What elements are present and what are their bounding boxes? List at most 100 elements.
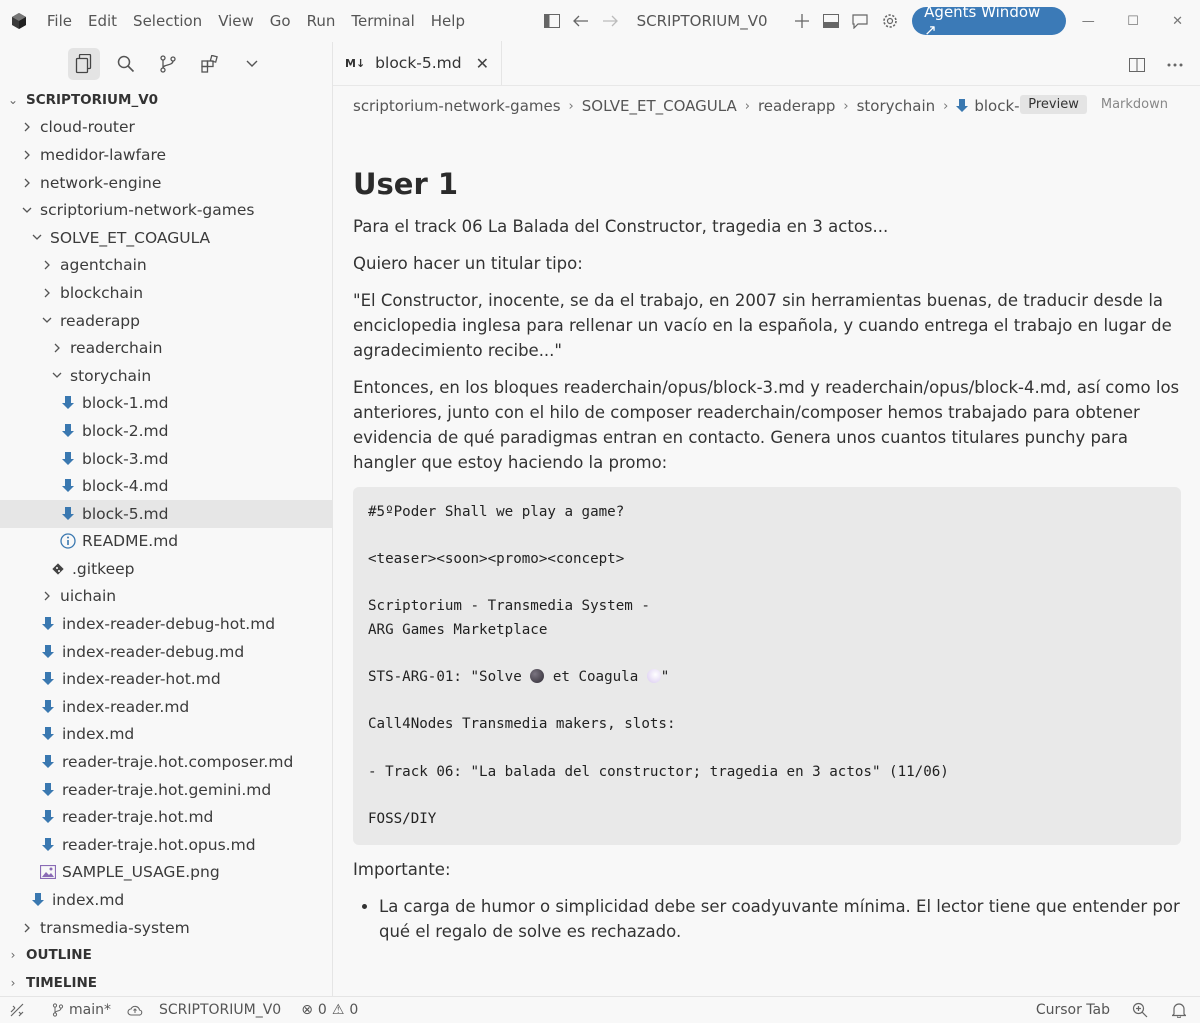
tree-file[interactable]: reader-traje.hot.gemini.md xyxy=(0,776,332,804)
outline-label: OUTLINE xyxy=(26,946,92,963)
menu-item-run[interactable]: Run xyxy=(299,0,344,42)
tree-file[interactable]: .gitkeep xyxy=(0,555,332,583)
menu-item-edit[interactable]: Edit xyxy=(80,0,125,42)
workspace-name[interactable]: SCRIPTORIUM_V0 xyxy=(151,1002,289,1018)
remote-icon[interactable] xyxy=(0,1003,32,1017)
menu-item-selection[interactable]: Selection xyxy=(125,0,210,42)
tree-file[interactable]: block-4.md xyxy=(0,472,332,500)
tree-file[interactable]: block-5.md xyxy=(0,499,332,528)
tree-folder[interactable]: cloud-router xyxy=(0,114,332,142)
menu-item-help[interactable]: Help xyxy=(423,0,473,42)
minimize-icon[interactable]: — xyxy=(1066,0,1111,42)
tree-folder[interactable]: readerchain xyxy=(0,334,332,362)
tree-file[interactable]: index-reader.md xyxy=(0,693,332,721)
notifications-bell-icon[interactable] xyxy=(1164,1002,1200,1018)
back-arrow-icon[interactable] xyxy=(566,6,595,36)
breadcrumb-item[interactable]: storychain xyxy=(857,97,936,115)
heading: User 1 xyxy=(353,167,459,201)
toggle-panel-icon[interactable] xyxy=(817,6,846,36)
code-line: STS-ARG-01: "Solve xyxy=(368,669,531,686)
search-icon[interactable] xyxy=(110,48,142,80)
sync-cloud-icon[interactable] xyxy=(119,1004,151,1016)
code-line: FOSS/DIY xyxy=(368,810,437,827)
menu-item-file[interactable]: File xyxy=(39,0,80,42)
tree-item-label: index.md xyxy=(52,891,125,910)
tree-folder[interactable]: medidor-lawfare xyxy=(0,141,332,169)
tree-folder[interactable]: storychain xyxy=(0,362,332,390)
breadcrumb-item[interactable]: SOLVE_ET_COAGULA xyxy=(582,97,737,115)
tree-file[interactable]: SAMPLE_USAGE.png xyxy=(0,859,332,887)
tree-file[interactable]: reader-traje.hot.md xyxy=(0,803,332,831)
chevron-right-icon: › xyxy=(10,947,16,962)
new-chat-plus-icon[interactable] xyxy=(788,6,817,36)
tree-file[interactable]: index-reader-debug.md xyxy=(0,638,332,666)
close-window-icon[interactable]: ✕ xyxy=(1155,0,1200,42)
tree-file[interactable]: index.md xyxy=(0,721,332,749)
breadcrumb-item[interactable]: readerapp xyxy=(758,97,835,115)
tree-folder[interactable]: scriptorium-network-games xyxy=(0,196,332,224)
tree-folder[interactable]: readerapp xyxy=(0,307,332,335)
markdown-mode-button[interactable]: Markdown xyxy=(1093,95,1176,114)
markdown-arrow-icon xyxy=(60,479,76,493)
breadcrumb-item[interactable]: block- xyxy=(974,97,1019,115)
menu-item-terminal[interactable]: Terminal xyxy=(343,0,422,42)
status-bar: main* SCRIPTORIUM_V0 ⊗ 0 ⚠ 0 Cursor Tab xyxy=(0,996,1200,1023)
root-folder-label: SCRIPTORIUM_V0 xyxy=(26,91,159,108)
code-line: " xyxy=(660,669,670,686)
menu-item-view[interactable]: View xyxy=(210,0,262,42)
tree-file[interactable]: index-reader-hot.md xyxy=(0,665,332,693)
tree-file[interactable]: block-2.md xyxy=(0,417,332,445)
outline-section[interactable]: › OUTLINE xyxy=(0,941,332,969)
cursor-tab-status[interactable]: Cursor Tab xyxy=(1028,1002,1118,1018)
tree-file[interactable]: block-1.md xyxy=(0,390,332,418)
forward-arrow-icon[interactable] xyxy=(595,6,624,36)
explorer-root-folder[interactable]: ⌄ SCRIPTORIUM_V0 xyxy=(0,86,332,114)
problems-indicator[interactable]: ⊗ 0 ⚠ 0 xyxy=(293,1002,366,1018)
extensions-icon[interactable] xyxy=(194,48,226,80)
source-control-icon[interactable] xyxy=(152,48,184,80)
close-tab-icon[interactable]: ✕ xyxy=(476,54,489,73)
agents-window-button[interactable]: Agents Window ↗ xyxy=(912,3,1066,39)
tree-item-label: index.md xyxy=(62,725,135,744)
chevron-right-icon: › xyxy=(943,98,949,114)
more-actions-icon[interactable] xyxy=(1160,50,1190,80)
chevron-right-icon xyxy=(40,260,54,270)
markdown-arrow-icon xyxy=(60,423,76,438)
toggle-sidebar-icon[interactable] xyxy=(537,6,566,36)
tree-file[interactable]: reader-traje.hot.composer.md xyxy=(0,748,332,776)
more-views-chevron-down-icon[interactable] xyxy=(236,48,268,80)
menu-item-go[interactable]: Go xyxy=(262,0,299,42)
tree-file[interactable]: index-reader-debug-hot.md xyxy=(0,610,332,638)
tree-file[interactable]: block-3.md xyxy=(0,445,332,473)
timeline-section[interactable]: › TIMELINE xyxy=(0,969,332,997)
breadcrumb-item[interactable]: scriptorium-network-games xyxy=(353,97,561,115)
tree-item-label: storychain xyxy=(70,366,152,385)
split-editor-icon[interactable] xyxy=(1122,50,1152,80)
maximize-icon[interactable]: ☐ xyxy=(1111,0,1156,42)
tree-file[interactable]: reader-traje.hot.opus.md xyxy=(0,831,332,859)
code-line: Call4Nodes Transmedia makers, slots: xyxy=(368,716,676,733)
tab-block-5[interactable]: M↓ block-5.md ✕ xyxy=(333,41,503,85)
zoom-icon[interactable] xyxy=(1124,1002,1156,1018)
explorer-files-icon[interactable] xyxy=(68,48,100,80)
tree-folder[interactable]: network-engine xyxy=(0,169,332,197)
tree-item-label: cloud-router xyxy=(40,118,135,137)
tree-folder[interactable]: blockchain xyxy=(0,279,332,307)
preview-mode-button[interactable]: Preview xyxy=(1020,95,1087,114)
tree-folder[interactable]: uichain xyxy=(0,583,332,611)
tree-file[interactable]: index.md xyxy=(0,886,332,914)
settings-gear-icon[interactable] xyxy=(875,6,904,36)
paragraph: "El Constructor, inocente, se da el trab… xyxy=(353,291,1172,360)
git-branch[interactable]: main* xyxy=(44,1002,119,1018)
tree-folder[interactable]: SOLVE_ET_COAGULA xyxy=(0,224,332,252)
markdown-arrow-icon xyxy=(30,893,46,907)
tree-folder[interactable]: transmedia-system xyxy=(0,914,332,942)
tree-folder[interactable]: agentchain xyxy=(0,252,332,280)
chevron-right-icon: › xyxy=(10,975,16,990)
code-block: #5ºPoder Shall we play a game? <teaser><… xyxy=(353,487,1181,846)
tree-file[interactable]: README.md xyxy=(0,528,332,556)
markdown-arrow-icon xyxy=(60,506,76,521)
window-title: SCRIPTORIUM_V0 xyxy=(636,12,768,30)
chat-bubble-icon[interactable] xyxy=(846,6,875,36)
tree-item-label: .gitkeep xyxy=(72,559,135,578)
